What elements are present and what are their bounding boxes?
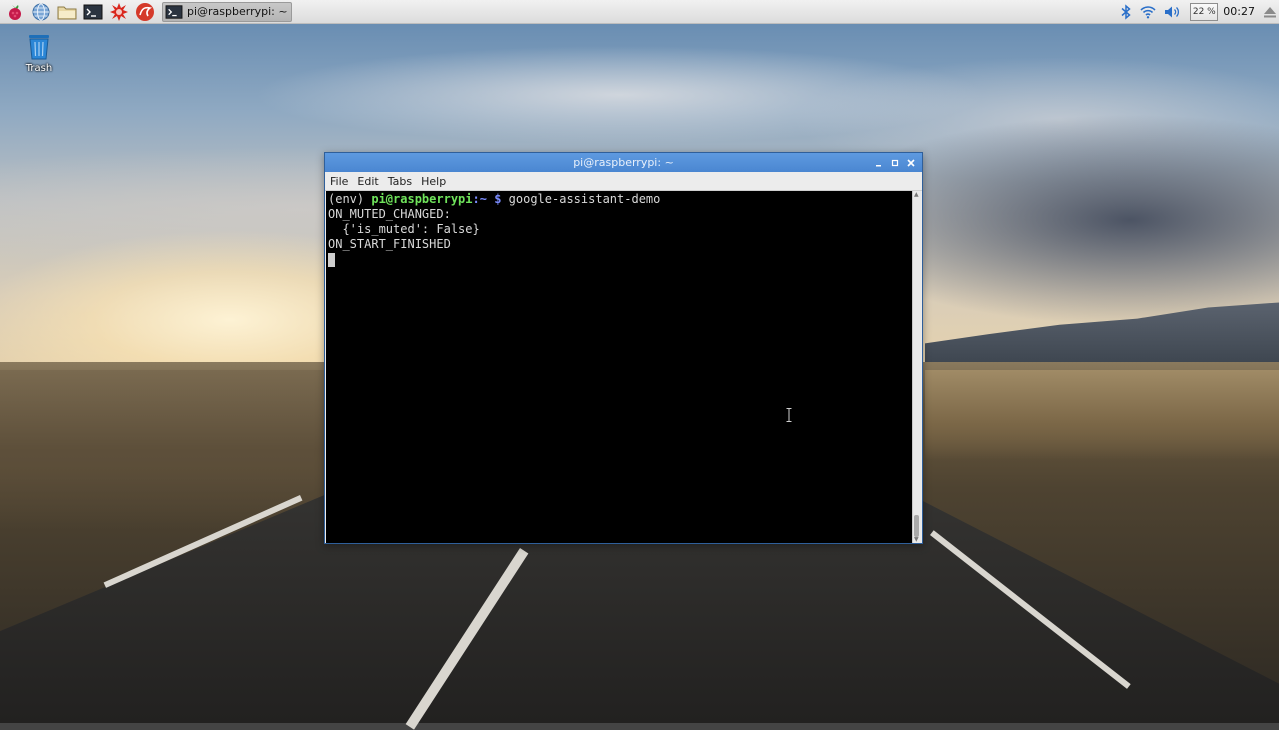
terminal-output[interactable]: (env) pi@raspberrypi:~ $ google-assistan…: [326, 191, 914, 543]
minimize-button[interactable]: [872, 156, 886, 170]
mathematica-red-icon[interactable]: [134, 1, 156, 23]
volume-icon[interactable]: [1164, 5, 1182, 19]
terminal-icon[interactable]: [82, 1, 104, 23]
taskbar: pi@raspberrypi: ~ 22 % 00:27: [0, 0, 1279, 24]
window-controls: [870, 153, 918, 172]
file-manager-folder-icon[interactable]: [56, 1, 78, 23]
trash-icon: [29, 35, 49, 60]
menu-help[interactable]: Help: [421, 175, 446, 188]
close-icon: [907, 158, 915, 167]
terminal-window: pi@raspberrypi: ~ File Edit Tabs Help (e…: [324, 152, 923, 544]
terminal-prompt-line: (env) pi@raspberrypi:~ $ google-assistan…: [328, 192, 912, 207]
menu-tabs[interactable]: Tabs: [388, 175, 412, 188]
wolfram-mathematica-icon[interactable]: [108, 1, 130, 23]
terminal-cursor: [328, 252, 335, 267]
prompt-user-host: pi@raspberrypi: [371, 192, 473, 206]
close-button[interactable]: [904, 156, 918, 170]
maximize-icon: [891, 159, 899, 166]
wifi-icon[interactable]: [1140, 5, 1156, 19]
mouse-ibeam-cursor-icon: [786, 408, 792, 422]
clock[interactable]: 00:27: [1223, 5, 1255, 18]
bluetooth-icon[interactable]: [1120, 3, 1132, 20]
desktop-icon-label: Trash: [25, 63, 53, 74]
prompt-path: :~ $: [472, 192, 502, 206]
minimize-icon: [876, 164, 881, 166]
scroll-up-arrow-icon[interactable]: ▲: [914, 192, 919, 198]
cpu-usage-monitor[interactable]: 22 %: [1190, 2, 1219, 21]
scroll-down-arrow-icon[interactable]: ▼: [914, 537, 919, 543]
web-browser-globe-icon[interactable]: [30, 1, 52, 23]
terminal-output-line: ON_START_FINISHED: [328, 237, 451, 251]
terminal-output-line: ON_MUTED_CHANGED:: [328, 207, 451, 221]
window-titlebar[interactable]: pi@raspberrypi: ~: [325, 153, 922, 172]
menu-file[interactable]: File: [330, 175, 348, 188]
menu-edit[interactable]: Edit: [357, 175, 378, 188]
prompt-command: google-assistant-demo: [501, 192, 661, 206]
eject-icon[interactable]: [1263, 5, 1277, 19]
wallpaper-grass-right: [925, 370, 1279, 460]
taskbar-task-terminal[interactable]: pi@raspberrypi: ~: [162, 1, 292, 22]
prompt-env: (env): [328, 192, 372, 206]
window-title: pi@raspberrypi: ~: [573, 156, 674, 169]
terminal-cursor-line: [328, 252, 912, 267]
scrollbar-thumb[interactable]: [914, 515, 919, 537]
maximize-button[interactable]: [888, 156, 902, 170]
window-menubar: File Edit Tabs Help: [325, 172, 922, 191]
terminal-scrollbar[interactable]: ▲ ▼: [912, 191, 921, 543]
terminal-icon: [165, 4, 183, 19]
system-tray: 22 % 00:27: [1112, 0, 1279, 23]
taskbar-task-label: pi@raspberrypi: ~: [187, 5, 288, 18]
terminal-output-line: {'is_muted': False}: [328, 222, 480, 236]
desktop-icon-trash[interactable]: Trash: [18, 31, 60, 74]
raspberry-menu-icon[interactable]: [4, 1, 26, 23]
